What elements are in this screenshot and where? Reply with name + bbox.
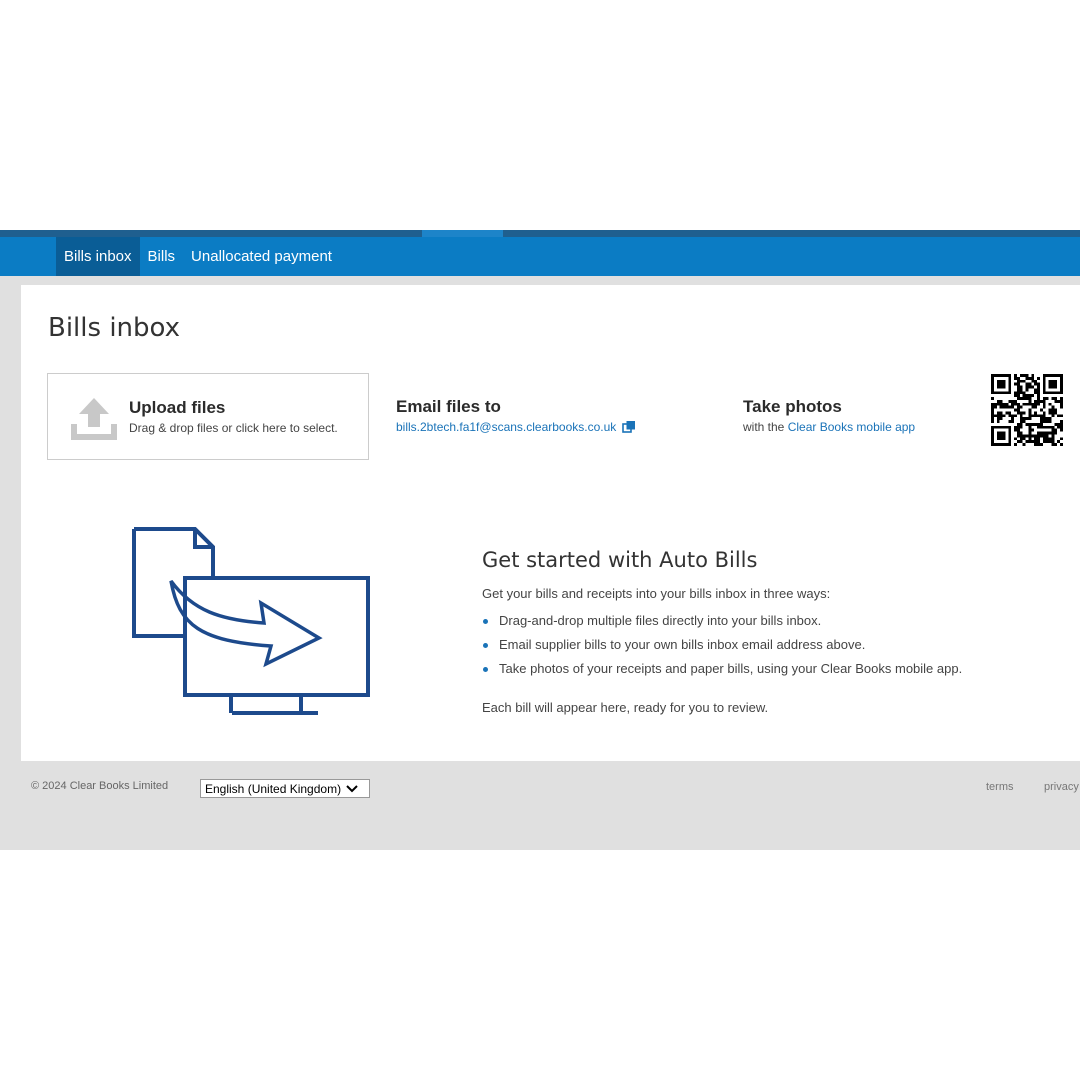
content-panel: Bills inbox Upload files Drag & drop fil… bbox=[21, 285, 1080, 761]
take-photos-prefix: with the bbox=[743, 420, 785, 434]
active-section-marker bbox=[422, 230, 503, 237]
document-to-monitor-illustration bbox=[132, 527, 370, 715]
auto-bills-outro: Each bill will appear here, ready for yo… bbox=[482, 700, 769, 715]
email-files-title: Email files to bbox=[396, 397, 501, 416]
list-item: Take photos of your receipts and paper b… bbox=[482, 661, 1062, 676]
take-photos-title: Take photos bbox=[743, 397, 842, 416]
take-photos-option: Take photos with the Clear Books mobile … bbox=[743, 397, 915, 434]
auto-bills-steps: Drag-and-drop multiple files directly in… bbox=[482, 613, 1062, 676]
page-title: Bills inbox bbox=[48, 313, 181, 343]
chevron-down-icon bbox=[346, 784, 358, 792]
footer-copyright: © 2024 Clear Books Limited bbox=[31, 780, 169, 792]
app-frame: Bills inbox Bills Unallocated payment Bi… bbox=[0, 230, 1080, 850]
upload-icon bbox=[71, 398, 117, 440]
footer-link-privacy[interactable]: privacy bbox=[1044, 781, 1079, 793]
upload-files-subtitle: Drag & drop files or click here to selec… bbox=[129, 421, 338, 435]
upload-files-dropzone[interactable]: Upload files Drag & drop files or click … bbox=[47, 373, 369, 460]
sub-navigation: Bills inbox Bills Unallocated payment bbox=[0, 237, 1080, 276]
qr-code bbox=[991, 374, 1063, 446]
mobile-app-link[interactable]: Clear Books mobile app bbox=[788, 420, 915, 434]
footer-link-terms[interactable]: terms bbox=[986, 781, 1014, 793]
list-item: Drag-and-drop multiple files directly in… bbox=[482, 613, 1062, 628]
auto-bills-heading: Get started with Auto Bills bbox=[482, 548, 758, 572]
email-files-option: Email files to bills.2btech.fa1f@scans.c… bbox=[396, 397, 636, 434]
copy-icon[interactable] bbox=[622, 420, 636, 434]
nav-item-bills-inbox[interactable]: Bills inbox bbox=[56, 237, 140, 276]
language-select-value: English (United Kingdom) bbox=[205, 781, 342, 796]
upload-files-title: Upload files bbox=[129, 398, 226, 417]
inbox-email-address[interactable]: bills.2btech.fa1f@scans.clearbooks.co.uk bbox=[396, 420, 616, 434]
nav-item-bills[interactable]: Bills bbox=[140, 237, 184, 276]
nav-item-unallocated-payment[interactable]: Unallocated payment bbox=[183, 237, 340, 276]
top-bar-strip bbox=[0, 230, 1080, 237]
list-item: Email supplier bills to your own bills i… bbox=[482, 637, 1062, 652]
auto-bills-intro: Get started with Auto Bills Get your bil… bbox=[482, 548, 1062, 728]
auto-bills-intro-text: Get your bills and receipts into your bi… bbox=[482, 586, 831, 601]
language-select[interactable]: English (United Kingdom) bbox=[200, 779, 370, 798]
